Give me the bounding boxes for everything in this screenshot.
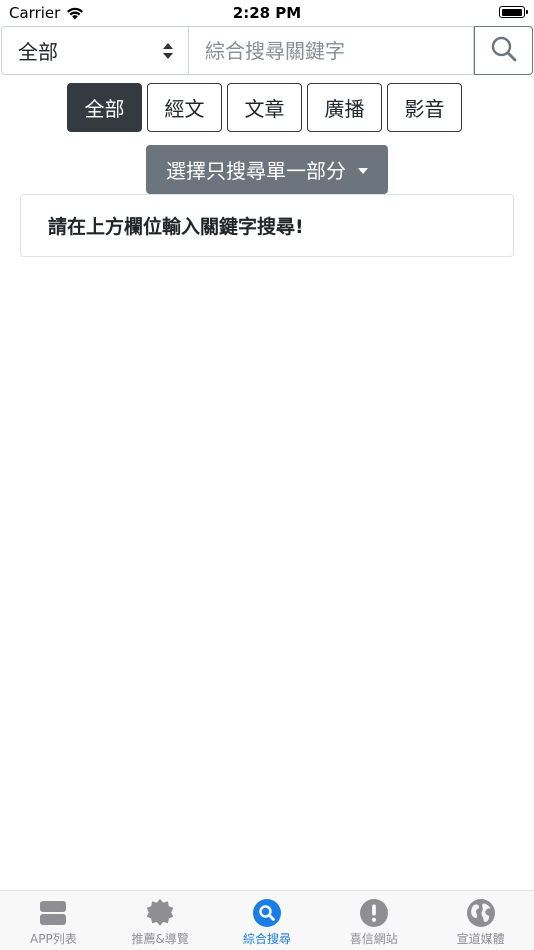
category-filter-group: 全部 經文 文章 廣播 影音	[67, 83, 462, 132]
category-button-video[interactable]: 影音	[387, 83, 462, 132]
part-select-dropdown[interactable]: 選擇只搜尋單一部分	[146, 145, 388, 194]
tab-label: APP列表	[30, 932, 77, 946]
part-select-label: 選擇只搜尋單一部分	[166, 159, 346, 183]
globe-icon	[466, 898, 496, 928]
tab-bar: APP列表 推薦&導覽 綜合搜尋 喜信網站 宣道媒體	[0, 890, 534, 950]
clock: 2:28 PM	[232, 4, 302, 22]
search-bar: 全部	[1, 26, 533, 75]
app-list-icon	[38, 898, 68, 928]
search-hint-message: 請在上方欄位輸入關鍵字搜尋!	[48, 216, 304, 238]
category-button-broadcast[interactable]: 廣播	[307, 83, 382, 132]
search-icon	[252, 898, 282, 928]
tab-app-list[interactable]: APP列表	[0, 891, 107, 950]
search-scope-value: 全部	[18, 40, 58, 64]
badge-icon	[145, 898, 175, 928]
tab-label: 綜合搜尋	[242, 932, 291, 946]
tab-label: 宣道媒體	[456, 932, 505, 946]
search-button[interactable]	[474, 26, 533, 75]
exclamation-icon	[359, 898, 389, 928]
category-button-articles[interactable]: 文章	[227, 83, 302, 132]
tab-media[interactable]: 宣道媒體	[427, 891, 534, 950]
tab-search[interactable]: 綜合搜尋	[214, 891, 321, 950]
battery-level	[501, 8, 522, 16]
tab-recommend-guide[interactable]: 推薦&導覽	[107, 891, 214, 950]
tab-gospel-website[interactable]: 喜信網站	[320, 891, 427, 950]
category-button-scripture[interactable]: 經文	[147, 83, 222, 132]
search-hint-card: 請在上方欄位輸入關鍵字搜尋!	[20, 194, 514, 257]
search-icon	[490, 35, 518, 66]
battery-icon	[499, 6, 528, 18]
select-updown-icon	[162, 42, 174, 60]
caret-down-icon	[358, 167, 368, 174]
search-input[interactable]	[188, 26, 474, 75]
search-scope-select[interactable]: 全部	[1, 26, 188, 75]
tab-label: 喜信網站	[349, 932, 398, 946]
category-button-all[interactable]: 全部	[67, 83, 142, 132]
status-bar: Carrier 2:28 PM	[0, 0, 534, 26]
tab-label: 推薦&導覽	[131, 932, 189, 946]
